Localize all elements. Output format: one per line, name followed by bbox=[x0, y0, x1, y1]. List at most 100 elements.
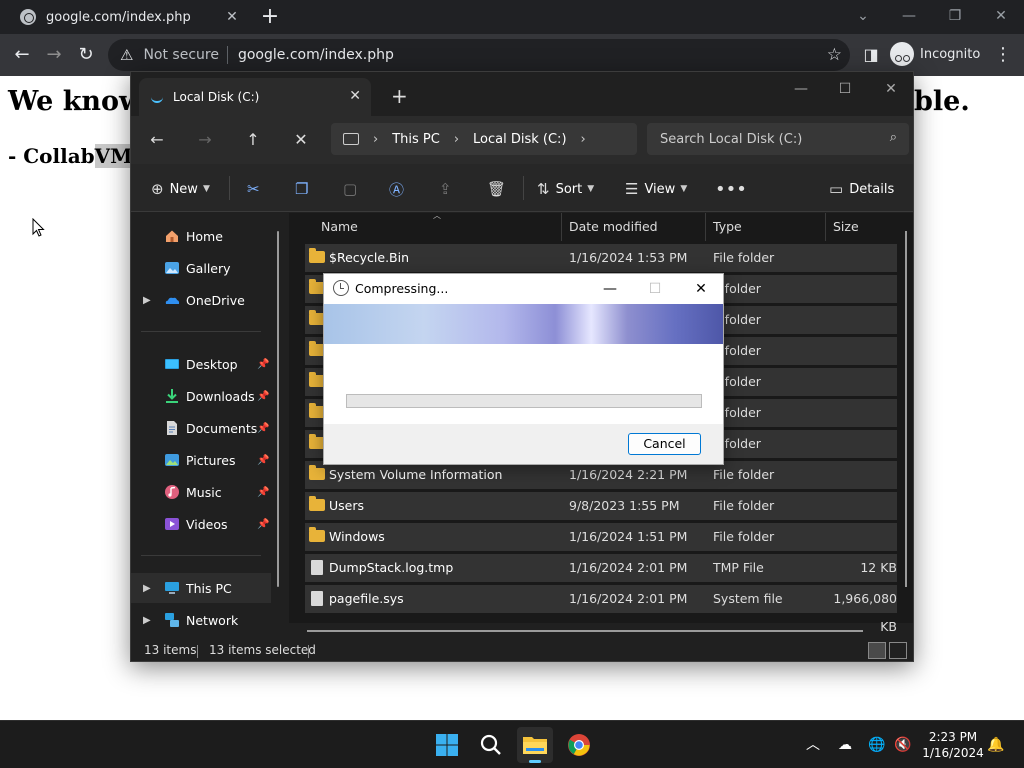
more-options-button[interactable]: ••• bbox=[715, 178, 753, 200]
minimize-dialog-button[interactable]: — bbox=[596, 278, 624, 300]
sidebar-item-network[interactable]: ▶ Network bbox=[131, 605, 271, 635]
sort-button[interactable]: ⇅ Sort ▼ bbox=[537, 178, 594, 200]
sidebar-item-pictures[interactable]: Pictures 📌 bbox=[131, 445, 271, 475]
stop-loading-icon[interactable]: ✕ bbox=[289, 128, 313, 152]
vertical-scrollbar[interactable] bbox=[905, 231, 907, 587]
table-row[interactable]: DumpStack.log.tmp 1/16/2024 2:01 PM TMP Fi… bbox=[305, 554, 897, 582]
table-row[interactable]: $Recycle.Bin 1/16/2024 1:53 PM File folder bbox=[305, 244, 897, 272]
sidebar-scrollbar[interactable] bbox=[277, 231, 279, 587]
url-text[interactable]: google.com/index.php bbox=[238, 47, 394, 63]
column-divider[interactable] bbox=[561, 213, 562, 241]
table-row[interactable]: pagefile.sys 1/16/2024 2:01 PM System file… bbox=[305, 585, 897, 634]
chevron-right-icon[interactable]: ▶ bbox=[143, 295, 151, 306]
explorer-address-bar[interactable]: › This PC › Local Disk (C:) › bbox=[331, 123, 637, 155]
column-divider[interactable] bbox=[705, 213, 706, 241]
chevron-right-icon[interactable]: › bbox=[581, 132, 586, 147]
pin-icon[interactable]: 📌 bbox=[257, 359, 269, 370]
browser-tab[interactable]: google.com/index.php ✕ bbox=[8, 0, 248, 34]
explorer-search-input[interactable]: Search Local Disk (C:) ⌕ bbox=[647, 123, 909, 155]
paste-button[interactable]: ▢ bbox=[343, 178, 363, 200]
pin-icon[interactable]: 📌 bbox=[257, 455, 269, 466]
sidebar-item-videos[interactable]: Videos 📌 bbox=[131, 509, 271, 539]
start-button[interactable] bbox=[429, 727, 465, 763]
onedrive-tray-icon[interactable]: ☁ bbox=[835, 735, 855, 755]
explorer-new-tab-button[interactable]: + bbox=[391, 84, 408, 108]
maximize-dialog-button[interactable]: ☐ bbox=[641, 278, 669, 300]
bookmark-star-icon[interactable]: ☆ bbox=[827, 45, 842, 65]
notification-bell-icon[interactable]: 🔔 bbox=[986, 735, 1006, 755]
table-row[interactable]: Windows 1/16/2024 1:51 PM File folder bbox=[305, 523, 897, 551]
network-globe-icon[interactable]: 🌐 bbox=[867, 735, 887, 755]
sidebar-item-this-pc[interactable]: ▶ This PC bbox=[131, 573, 271, 603]
column-header-date[interactable]: Date modified bbox=[569, 213, 658, 241]
forward-arrow-icon[interactable]: → bbox=[193, 128, 217, 152]
details-view-icon[interactable] bbox=[868, 642, 886, 659]
table-row[interactable]: Users 9/8/2023 1:55 PM File folder bbox=[305, 492, 897, 520]
show-hidden-icons-chevron[interactable]: ︿ bbox=[803, 735, 823, 755]
incognito-badge[interactable]: Incognito bbox=[890, 40, 980, 68]
close-tab-icon[interactable]: ✕ bbox=[349, 88, 361, 104]
taskbar-chrome[interactable] bbox=[561, 727, 597, 763]
chevron-right-icon[interactable]: › bbox=[454, 132, 459, 147]
pin-icon[interactable]: 📌 bbox=[257, 487, 269, 498]
back-arrow-icon[interactable]: ← bbox=[145, 128, 169, 152]
column-divider[interactable] bbox=[825, 213, 826, 241]
sidebar-item-music[interactable]: Music 📌 bbox=[131, 477, 271, 507]
new-button[interactable]: ⊕ New ▼ bbox=[151, 178, 210, 200]
taskbar-clock[interactable]: 2:23 PM 1/16/2024 bbox=[922, 729, 984, 761]
copy-button[interactable]: ❐ bbox=[295, 178, 314, 200]
explorer-status-bar: 13 items 13 items selected bbox=[131, 640, 913, 662]
sidebar-item-onedrive[interactable]: ▶ OneDrive bbox=[131, 285, 271, 315]
column-header-type[interactable]: Type bbox=[713, 213, 742, 241]
minimize-browser-button[interactable]: — bbox=[894, 4, 924, 28]
cancel-button[interactable]: Cancel bbox=[628, 433, 701, 455]
close-explorer-button[interactable]: ✕ bbox=[871, 76, 911, 102]
close-dialog-button[interactable]: ✕ bbox=[687, 278, 715, 300]
column-header-size[interactable]: Size bbox=[833, 213, 859, 241]
not-secure-label[interactable]: Not secure bbox=[143, 47, 219, 63]
chevron-right-icon[interactable]: › bbox=[373, 132, 378, 147]
new-tab-button[interactable]: + bbox=[258, 4, 282, 30]
close-tab-icon[interactable]: ✕ bbox=[224, 9, 240, 25]
tiles-view-icon[interactable] bbox=[889, 642, 907, 659]
pin-icon[interactable]: 📌 bbox=[257, 391, 269, 402]
cut-button[interactable]: ✂ bbox=[247, 178, 266, 200]
more-menu-icon[interactable]: ⋮ bbox=[990, 42, 1016, 68]
address-bar[interactable]: ⚠ Not secure google.com/index.php ☆ bbox=[108, 39, 850, 71]
up-arrow-icon[interactable]: ↑ bbox=[241, 128, 265, 152]
details-button[interactable]: ▭ Details bbox=[829, 178, 894, 200]
sidebar-item-desktop[interactable]: Desktop 📌 bbox=[131, 349, 271, 379]
horizontal-scrollbar[interactable] bbox=[307, 630, 863, 632]
table-row[interactable]: System Volume Information 1/16/2024 2:21 … bbox=[305, 461, 897, 489]
delete-button[interactable]: 🗑 bbox=[487, 178, 512, 200]
view-button[interactable]: ☰ View ▼ bbox=[625, 178, 687, 200]
explorer-tab[interactable]: Local Disk (C:) ✕ bbox=[139, 78, 371, 116]
pin-icon[interactable]: 📌 bbox=[257, 423, 269, 434]
minimize-explorer-button[interactable]: — bbox=[781, 76, 821, 102]
pin-icon[interactable]: 📌 bbox=[257, 519, 269, 530]
chevron-right-icon[interactable]: ▶ bbox=[143, 615, 151, 626]
back-arrow-icon[interactable]: ← bbox=[9, 42, 35, 68]
side-panel-icon[interactable]: ◨ bbox=[858, 42, 884, 68]
sidebar-item-documents[interactable]: Documents 📌 bbox=[131, 413, 271, 443]
sidebar-item-downloads[interactable]: Downloads 📌 bbox=[131, 381, 271, 411]
chevron-right-icon[interactable]: ▶ bbox=[143, 583, 151, 594]
tab-search-chevron-icon[interactable]: ⌄ bbox=[848, 4, 878, 28]
forward-arrow-icon[interactable]: → bbox=[41, 42, 67, 68]
sidebar-item-home[interactable]: Home bbox=[131, 221, 271, 251]
desktop-icon bbox=[165, 359, 179, 369]
breadcrumb-local-disk[interactable]: Local Disk (C:) bbox=[473, 132, 566, 147]
taskbar-file-explorer[interactable] bbox=[517, 727, 553, 763]
column-header-name[interactable]: Name bbox=[321, 213, 358, 241]
restore-browser-button[interactable]: ❐ bbox=[940, 4, 970, 28]
close-browser-button[interactable]: ✕ bbox=[986, 4, 1016, 28]
sidebar-item-gallery[interactable]: Gallery bbox=[131, 253, 271, 283]
breadcrumb-this-pc[interactable]: This PC bbox=[392, 132, 440, 147]
taskbar-search-button[interactable] bbox=[473, 727, 509, 763]
chevron-down-icon: ▼ bbox=[680, 184, 688, 194]
volume-muted-icon[interactable]: 🔇 bbox=[893, 735, 913, 755]
maximize-explorer-button[interactable]: ☐ bbox=[825, 76, 865, 102]
rename-button[interactable]: Ⓐ bbox=[389, 178, 410, 200]
reload-icon[interactable]: ↻ bbox=[73, 42, 99, 68]
share-button[interactable]: ⇪ bbox=[439, 178, 458, 200]
